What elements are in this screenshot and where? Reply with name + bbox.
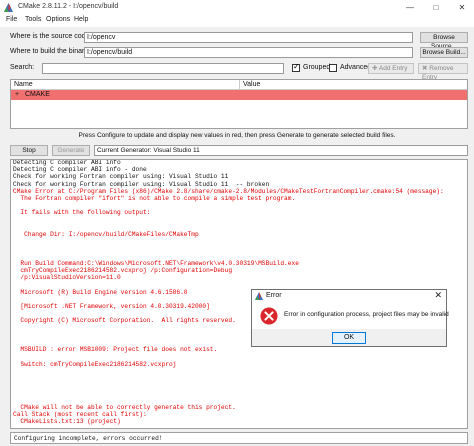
output-line: Run Build Command:C:\Windows\Microsoft.N… [13, 259, 299, 267]
advanced-checkbox[interactable] [329, 64, 337, 72]
current-generator: Current Generator: Visual Studio 11 [94, 145, 468, 156]
dialog-message: Error in configuration process, project … [284, 311, 449, 318]
advanced-label: Advanced [340, 64, 372, 71]
menu-tools[interactable]: Tools [25, 16, 41, 23]
column-name-header[interactable]: Name [14, 81, 33, 88]
table-row[interactable]: + CMAKE [11, 90, 467, 100]
menu-bar: File Tools Options Help [0, 15, 474, 27]
output-line: Detecting C compiler ABI info - done [13, 166, 147, 174]
search-input[interactable] [42, 63, 284, 74]
column-divider [239, 80, 240, 90]
browse-build-button[interactable]: Browse Build... [420, 47, 468, 58]
remove-entry-button[interactable]: ✖ Remove Entry [418, 63, 468, 81]
error-dialog: Error ✕ Error in configuration process, … [251, 289, 449, 347]
binaries-label: Where to build the binaries: [10, 48, 96, 55]
source-path-input[interactable]: I:/opencv [84, 32, 413, 43]
cmake-small-icon [255, 292, 263, 300]
output-line: CMakeLists.txt:13 (project) [13, 418, 121, 426]
column-value-header[interactable]: Value [243, 81, 260, 88]
grouped-checkbox[interactable] [292, 62, 300, 72]
table-header: Name Value [11, 80, 467, 90]
title-bar: CMake 2.8.11.2 - I:/opencv/build — □ ✕ [0, 0, 474, 15]
output-line: Check for working Fortran compiler using… [13, 173, 229, 181]
output-line: Call Stack (most recent call first): [13, 411, 147, 418]
status-text: Configuring incomplete, errors occurred! [14, 435, 163, 442]
plus-icon: ✚ [372, 65, 378, 72]
close-button[interactable]: ✕ [450, 0, 474, 15]
row-name: CMAKE [25, 91, 50, 98]
error-icon [260, 307, 278, 325]
add-entry-label: Add Entry [378, 65, 408, 72]
maximize-button[interactable]: □ [424, 0, 448, 15]
search-label: Search: [10, 64, 35, 71]
dialog-body: Error in configuration process, project … [252, 302, 449, 329]
expand-icon[interactable]: + [15, 91, 19, 98]
grouped-label: Grouped [303, 64, 331, 71]
binaries-path-input[interactable]: I:/opencv/build [84, 47, 413, 58]
menu-options[interactable]: Options [46, 16, 70, 23]
window-title: CMake 2.8.11.2 - I:/opencv/build [18, 3, 119, 10]
menu-file[interactable]: File [6, 16, 17, 23]
output-line: Change Dir: I:/opencv/build/CMakeFiles/C… [13, 231, 199, 238]
output-line: Detecting C compiler ABI info [13, 159, 121, 166]
output-line: Switch: cmTryCompileExec2186214582.vcxpr… [13, 360, 177, 368]
cache-table[interactable]: Name Value + CMAKE [10, 79, 468, 129]
output-line: /p:VisualStudioVersion=11.0 [13, 274, 121, 282]
minimize-button[interactable]: — [398, 0, 422, 15]
source-label: Where is the source code: [10, 33, 92, 40]
output-line: It fails with the following output: [13, 209, 151, 217]
dialog-title-bar: Error ✕ [252, 290, 446, 302]
configure-hint: Press Configure to update and display ne… [78, 132, 396, 139]
dialog-title: Error [266, 292, 282, 299]
menu-help[interactable]: Help [74, 16, 88, 23]
add-entry-button[interactable]: ✚ Add Entry [368, 63, 414, 74]
generate-button[interactable]: Generate [52, 145, 90, 156]
output-line: Copyright (C) Microsoft Corporation. All… [13, 317, 236, 325]
output-line: The Fortran compiler "ifort" is not able… [13, 195, 296, 202]
x-icon: ✖ [422, 65, 428, 72]
status-line: Configuring incomplete, errors occurred! [10, 432, 468, 444]
dialog-close-button[interactable]: ✕ [434, 290, 442, 301]
output-line: cmTryCompileExec2186214582.vcxproj /p:Co… [13, 267, 233, 274]
browse-source-button[interactable]: Browse Source... [420, 32, 468, 50]
output-line: Check for working Fortran compiler using… [13, 180, 270, 188]
output-line: CMake will not be able to correctly gene… [13, 403, 236, 411]
output-line: MSBUILD : error MSB1009: Project file do… [13, 346, 218, 354]
output-line: CMake Error at C:/Program Files (x86)/CM… [13, 187, 444, 195]
cmake-app-icon [4, 3, 13, 12]
output-line: Microsoft (R) Build Engine version 4.6.1… [13, 288, 188, 296]
stop-button[interactable]: Stop [10, 145, 48, 156]
ok-button[interactable]: OK [332, 332, 366, 344]
output-line: [Microsoft .NET Framework, version 4.0.3… [13, 303, 210, 310]
